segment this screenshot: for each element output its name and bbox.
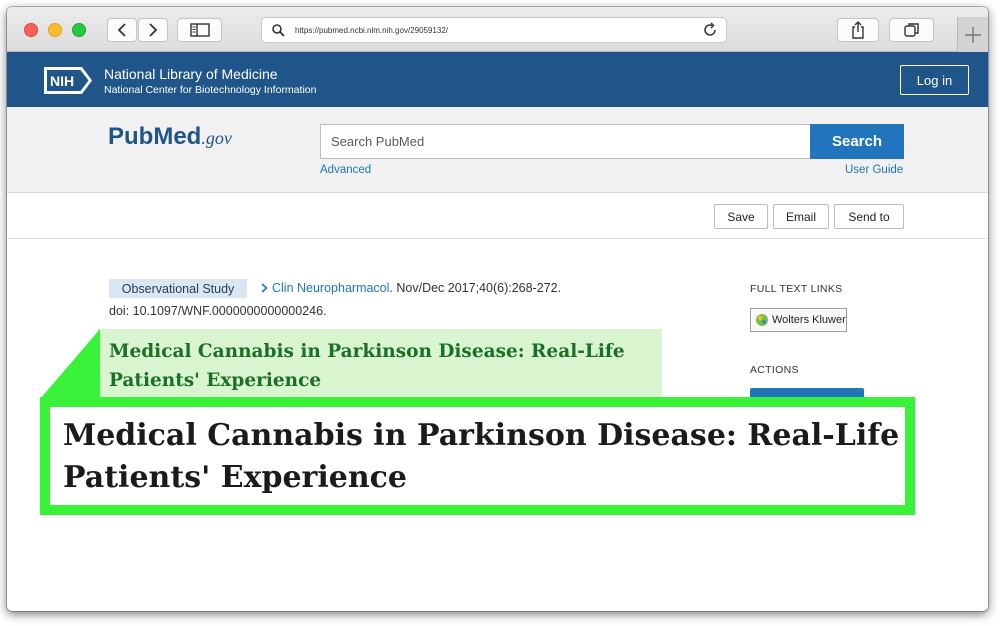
email-button[interactable]: Email	[773, 204, 829, 229]
zoomed-title-line-2: Patients' Experience	[63, 460, 407, 495]
tabs-icon	[903, 23, 919, 37]
callout-pointer	[40, 329, 100, 399]
citation-line: Clin Neuropharmacol. Nov/Dec 2017;40(6):…	[261, 281, 561, 295]
share-icon	[852, 21, 864, 39]
forward-button[interactable]	[138, 18, 168, 42]
reload-icon[interactable]	[702, 22, 718, 38]
zoom-window-button[interactable]	[72, 23, 86, 37]
save-button[interactable]: Save	[714, 204, 768, 229]
minimize-window-button[interactable]	[48, 23, 62, 37]
publisher-label: Wolters Kluwer	[772, 314, 846, 326]
sidebar-icon	[189, 23, 210, 37]
article-actions-bar: Save Email Send to	[7, 194, 988, 239]
library-title[interactable]: National Library of Medicine	[104, 66, 278, 82]
wolters-kluwer-link[interactable]: Wolters Kluwer	[750, 308, 847, 332]
new-tab-button[interactable]	[957, 17, 988, 52]
login-button[interactable]: Log in	[900, 65, 969, 95]
chevron-right-icon	[149, 23, 158, 37]
journal-link[interactable]: Clin Neuropharmacol	[272, 281, 389, 295]
doi-text[interactable]: doi: 10.1097/WNF.0000000000000246.	[109, 304, 327, 318]
pubmed-logo[interactable]: PubMed.gov	[108, 123, 232, 163]
full-text-links-heading: FULL TEXT LINKS	[750, 283, 843, 295]
back-button[interactable]	[107, 18, 137, 42]
zoomed-article-title: Medical Cannabis in Parkinson Disease: R…	[63, 415, 903, 499]
zoomed-title-line-1: Medical Cannabis in Parkinson Disease: R…	[63, 418, 900, 453]
article-title[interactable]: Medical Cannabis in Parkinson Disease: R…	[109, 337, 669, 395]
search-icon	[272, 24, 285, 37]
address-bar[interactable]: https://pubmed.ncbi.nlm.nih.gov/29059132…	[261, 17, 727, 43]
article-title-line-2: Patients' Experience	[109, 370, 322, 391]
pubmed-logo-gov: .gov	[201, 128, 232, 148]
user-guide-link[interactable]: User Guide	[845, 164, 903, 176]
pubmed-logo-pub: Pub	[108, 123, 154, 150]
plus-icon	[965, 26, 981, 43]
tabs-overview-button[interactable]	[889, 18, 934, 42]
citation-details: . Nov/Dec 2017;40(6):268-272.	[389, 281, 562, 295]
search-button[interactable]: Search	[810, 124, 904, 159]
sidebar-toggle-button[interactable]	[177, 18, 222, 42]
chevron-left-icon	[117, 23, 126, 37]
library-subtitle[interactable]: National Center for Biotechnology Inform…	[104, 84, 316, 96]
search-section: PubMed.gov Search Advanced User Guide	[7, 107, 988, 193]
send-to-button[interactable]: Send to	[834, 204, 904, 229]
article-title-line-1: Medical Cannabis in Parkinson Disease: R…	[109, 341, 625, 362]
browser-toolbar: https://pubmed.ncbi.nlm.nih.gov/29059132…	[7, 7, 988, 52]
chevron-right-icon	[261, 283, 268, 293]
url-text: https://pubmed.ncbi.nlm.nih.gov/29059132…	[295, 26, 448, 35]
nih-logo[interactable]: NIH	[44, 67, 94, 94]
close-window-button[interactable]	[24, 23, 38, 37]
wolters-kluwer-logo-icon	[756, 314, 768, 326]
nih-header: NIH National Library of Medicine Nationa…	[7, 52, 988, 107]
nih-badge-text: NIH	[50, 73, 74, 89]
study-type-badge: Observational Study	[109, 279, 247, 298]
actions-heading: ACTIONS	[750, 364, 799, 376]
pubmed-logo-med: Med	[153, 123, 202, 150]
advanced-search-link[interactable]: Advanced	[320, 164, 371, 176]
search-input[interactable]	[320, 124, 810, 159]
share-button[interactable]	[837, 18, 879, 42]
browser-window: https://pubmed.ncbi.nlm.nih.gov/29059132…	[7, 7, 988, 611]
